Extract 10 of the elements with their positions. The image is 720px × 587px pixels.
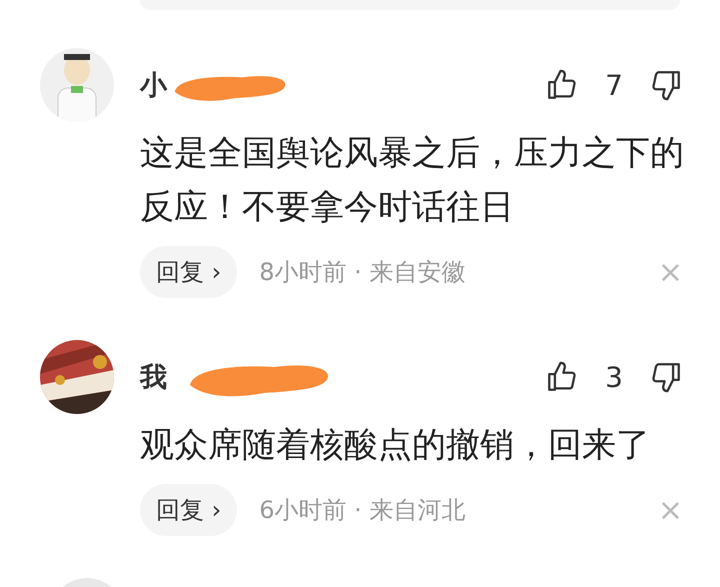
comment-meta: 6小时前 · 来自河北 [259,495,466,526]
comment-meta: 8小时前 · 来自安徽 [259,257,466,288]
username: 小 [140,69,167,103]
comment-text: 这是全国舆论风暴之后，压力之下的反应！不要拿今时话往日 [140,132,685,229]
reply-button[interactable]: 回复 › [140,484,238,536]
like-count: 7 [604,68,624,102]
username: 我 [140,361,167,395]
comment-text: 观众席随着核酸点的撤销，回来了 [140,424,651,467]
reply-button[interactable]: 回复 › [140,246,238,298]
like-count: 3 [604,360,624,394]
